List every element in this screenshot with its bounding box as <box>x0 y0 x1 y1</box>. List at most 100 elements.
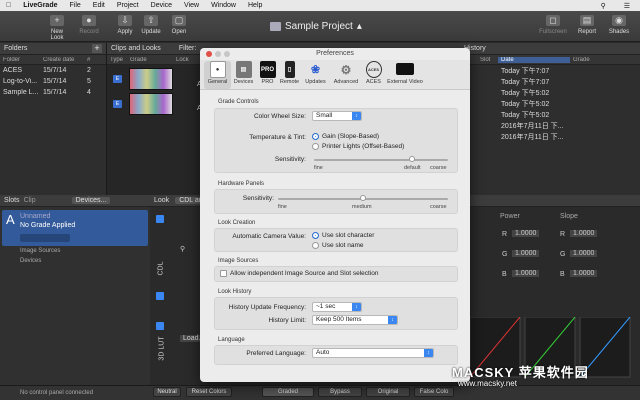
history-frequency-select[interactable]: ~1 sec ↕ <box>312 302 362 312</box>
col-date[interactable]: Date <box>498 56 570 63</box>
color-wheel-size-select[interactable]: Small ↕ <box>312 111 362 121</box>
grade-sensitivity-label: Sensitivity: <box>274 156 306 163</box>
devices-button[interactable]: Devices... <box>71 197 111 204</box>
update-button[interactable]: ⇧ Update <box>138 15 164 35</box>
apply-button[interactable]: ⇩ Apply <box>112 15 138 35</box>
tab-advanced[interactable]: ⚙ Advanced <box>330 61 362 86</box>
hardware-sensitivity-fine: fine <box>278 204 287 210</box>
open-button[interactable]: ▢ Open <box>166 15 192 35</box>
tab-aces[interactable]: ACES ACES <box>360 61 387 85</box>
tab-devices[interactable]: ▤ Devices <box>230 61 257 85</box>
gain-radio[interactable]: Gain (Slope-Based) <box>312 133 379 140</box>
power-g-value[interactable]: 1.0000 <box>512 250 540 257</box>
zoom-icon[interactable]: ⚲ <box>180 245 185 253</box>
power-b-value[interactable]: 1.0000 <box>512 270 540 277</box>
menu-app-name[interactable]: LiveGrade <box>23 2 57 9</box>
history-row[interactable]: 2016年7月11日 下... <box>460 120 640 131</box>
add-folder-button[interactable]: + <box>92 44 102 53</box>
col-count[interactable]: # <box>84 57 104 63</box>
chevron-up-icon: ▴ <box>356 21 362 32</box>
folder-row[interactable]: ACES 15/7/14 2 <box>0 65 106 76</box>
tab-clip[interactable]: Clip <box>24 197 36 204</box>
minimize-icon[interactable] <box>215 51 221 57</box>
image-sources-title: Image Sources <box>218 258 259 264</box>
use-slot-character-radio[interactable]: Use slot character <box>312 232 374 239</box>
hardware-sensitivity-knob[interactable] <box>360 195 366 201</box>
menu-project[interactable]: Project <box>117 2 139 9</box>
menu-window[interactable]: Window <box>211 2 236 9</box>
slope-b-value[interactable]: 1.0000 <box>570 270 598 277</box>
grade-sensitivity-slider[interactable] <box>314 159 448 161</box>
original-button[interactable]: Original <box>366 387 410 397</box>
grade-sensitivity-knob[interactable] <box>408 156 415 162</box>
power-r-value[interactable]: 1.0000 <box>512 230 540 237</box>
history-row[interactable]: Today 下午5:02 <box>460 109 640 120</box>
tab-slots[interactable]: Slots <box>4 197 20 204</box>
preferred-language-select[interactable]: Auto ↕ <box>312 348 434 358</box>
history-row[interactable]: Today 下午5:02 <box>460 87 640 98</box>
close-icon[interactable] <box>206 51 212 57</box>
folder-row[interactable]: Sample L... 15/7/14 4 <box>0 87 106 98</box>
false-color-button[interactable]: False Colo <box>414 387 454 397</box>
lut-enable-checkbox[interactable] <box>156 322 164 330</box>
clip-thumbnail[interactable] <box>129 93 173 115</box>
tab-remote[interactable]: ▯ Remote <box>276 61 303 85</box>
r-label: R <box>560 231 566 238</box>
menu-help[interactable]: Help <box>248 2 262 9</box>
filter-label: Filter: <box>178 45 197 52</box>
tab-updates[interactable]: ❀ Updates <box>302 61 329 85</box>
history-limit-select[interactable]: Keep 500 Items ↕ <box>312 315 398 325</box>
zoom-icon[interactable] <box>224 51 230 57</box>
slot-card[interactable]: A Unnamed No Grade Applied <box>2 210 148 246</box>
clip-thumbnail[interactable] <box>129 68 173 90</box>
slope-r-value[interactable]: 1.0000 <box>570 230 598 237</box>
slot-grade: No Grade Applied <box>20 222 76 229</box>
col-lock[interactable]: Lock <box>173 57 193 63</box>
menu-edit[interactable]: Edit <box>93 2 105 9</box>
slot-controls[interactable] <box>20 234 70 242</box>
preferences-titlebar: Preferences <box>200 48 470 60</box>
slope-g-value[interactable]: 1.0000 <box>570 250 598 257</box>
menu-list-icon[interactable]: ☰ <box>624 2 630 10</box>
col-grade[interactable]: Grade <box>127 57 173 63</box>
history-row[interactable]: 2016年7月11日 下... <box>460 131 640 142</box>
history-row[interactable]: Today 下午7:07 <box>460 76 640 87</box>
menu-view[interactable]: View <box>184 2 199 9</box>
folder-date: 15/7/14 <box>43 89 67 96</box>
apple-icon[interactable]:  <box>6 2 11 9</box>
tab-general[interactable]: ● General <box>204 61 231 89</box>
graded-button[interactable]: Graded <box>262 387 314 397</box>
search-icon[interactable]: ⚲ <box>601 2 606 10</box>
tab-external-video[interactable]: External Video <box>384 61 426 85</box>
cdl-enable-checkbox[interactable] <box>156 215 164 223</box>
menu-bar:  LiveGrade File Edit Project Device Vie… <box>0 0 640 11</box>
radio-icon <box>312 242 319 249</box>
fullscreen-button[interactable]: ◻ Fullscreen <box>536 15 570 35</box>
new-look-button[interactable]: + New Look <box>44 15 70 41</box>
lut2-enable-checkbox[interactable] <box>156 292 164 300</box>
folder-row[interactable]: Log-to-Vi... 15/7/14 5 <box>0 76 106 87</box>
history-row[interactable]: Today 下午5:02 <box>460 98 640 109</box>
report-label: Report <box>577 29 596 35</box>
record-button[interactable]: ● Record <box>76 15 102 35</box>
neutral-button[interactable]: Neutral <box>153 387 181 397</box>
col-create-date[interactable]: Create date <box>40 57 84 63</box>
col-folder[interactable]: Folder <box>0 57 40 63</box>
project-title[interactable]: Sample Project ▴ <box>270 21 362 32</box>
shades-button[interactable]: ◉ Shades <box>606 15 632 35</box>
reset-colors-button[interactable]: Reset Colors <box>186 387 232 397</box>
col-type[interactable]: Type <box>107 57 127 63</box>
independent-source-checkbox[interactable]: Allow independent Image Source and Slot … <box>220 270 379 277</box>
use-slot-name-radio[interactable]: Use slot name <box>312 242 364 249</box>
chevron-updown-icon: ↕ <box>352 303 361 311</box>
menu-device[interactable]: Device <box>151 2 172 9</box>
bypass-button[interactable]: Bypass <box>318 387 362 397</box>
history-date: 2016年7月11日 下... <box>501 122 564 130</box>
col-grade[interactable]: Grade <box>570 57 620 63</box>
printer-lights-radio[interactable]: Printer Lights (Offset-Based) <box>312 143 404 150</box>
menu-file[interactable]: File <box>70 2 81 9</box>
report-button[interactable]: ▤ Report <box>574 15 600 35</box>
history-rows: Today 下午7:07 Today 下午7:07 Today 下午5:02 T… <box>460 65 640 142</box>
history-row[interactable]: Today 下午7:07 <box>460 65 640 76</box>
project-title-text: Sample Project <box>285 21 353 32</box>
